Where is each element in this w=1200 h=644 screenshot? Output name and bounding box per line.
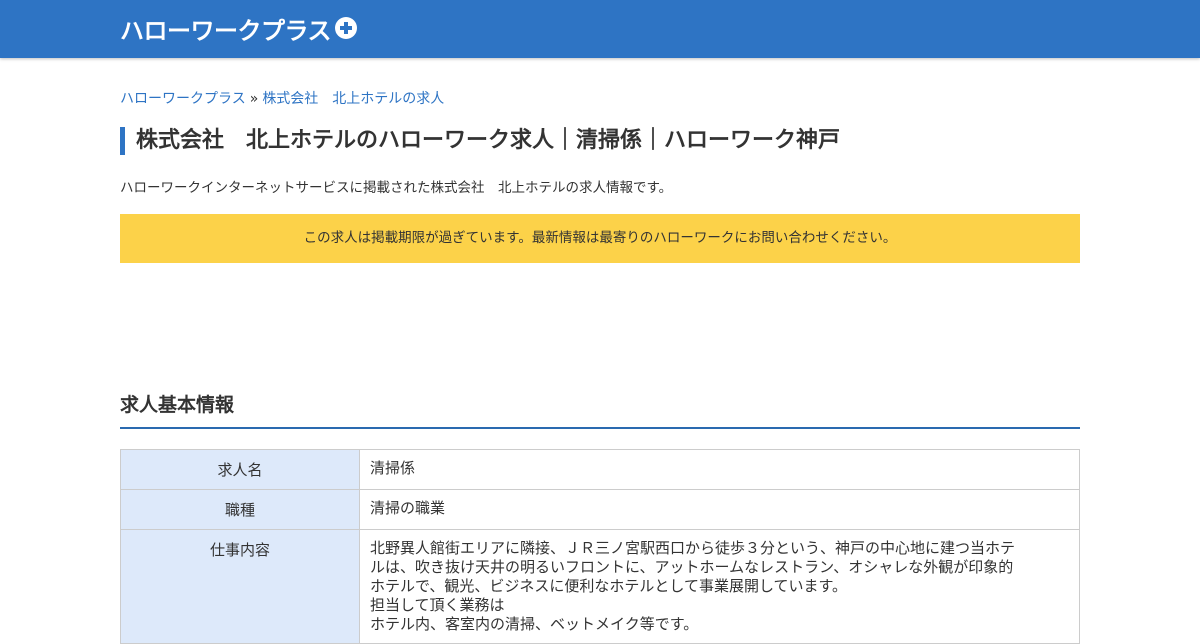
job-description-line: ルは、吹き抜け天井の明るいフロントに、アットホームなレストラン、オシャレな外観が… <box>370 558 1014 576</box>
breadcrumb-separator: » <box>249 91 259 107</box>
expired-notice-banner: この求人は掲載期限が過ぎています。最新情報は最寄りのハローワークにお問い合わせく… <box>120 214 1080 263</box>
page-title: 株式会社 北上ホテルのハローワーク求人｜清掃係｜ハローワーク神戸 <box>120 127 840 155</box>
breadcrumb: ハローワークプラス» 株式会社 北上ホテルの求人 <box>120 88 444 108</box>
site-logo-link[interactable]: ハローワークプラス <box>120 12 358 45</box>
job-info-table: 求人名 清掃係 職種 清掃の職業 仕事内容 北野異人館街エリアに隣接、ＪＲ三ノ宮… <box>120 449 1080 644</box>
section-title-basic-info: 求人基本情報 <box>120 390 1080 429</box>
breadcrumb-company-link[interactable]: 株式会社 北上ホテルの求人 <box>262 91 444 107</box>
row-value-job-name: 清掃係 <box>359 449 1080 490</box>
table-row: 職種 清掃の職業 <box>120 489 1080 530</box>
intro-text: ハローワークインターネットサービスに掲載された株式会社 北上ホテルの求人情報です… <box>120 180 673 196</box>
site-logo-text: ハローワークプラス <box>120 16 332 45</box>
job-description-line: ホテルで、観光、ビジネスに便利なホテルとして事業展開しています。 <box>370 577 848 595</box>
row-label-occupation: 職種 <box>120 489 360 530</box>
table-row: 求人名 清掃係 <box>120 449 1080 490</box>
row-value-occupation: 清掃の職業 <box>359 489 1080 530</box>
plus-circle-icon <box>335 17 358 39</box>
row-label-job-description: 仕事内容 <box>120 529 360 644</box>
table-row: 仕事内容 北野異人館街エリアに隣接、ＪＲ三ノ宮駅西口から徒歩３分という、神戸の中… <box>120 529 1080 644</box>
row-value-job-description: 北野異人館街エリアに隣接、ＪＲ三ノ宮駅西口から徒歩３分という、神戸の中心地に建つ… <box>359 529 1080 644</box>
top-navigation-bar: ハローワークプラス <box>0 0 1200 58</box>
job-description-line: ホテル内、客室内の清掃、ベットメイク等です。 <box>370 615 699 633</box>
job-description-line: 北野異人館街エリアに隣接、ＪＲ三ノ宮駅西口から徒歩３分という、神戸の中心地に建つ… <box>370 539 1016 557</box>
row-label-job-name: 求人名 <box>120 449 360 490</box>
job-description-line: 担当して頂く業務は <box>370 596 505 614</box>
breadcrumb-home-link[interactable]: ハローワークプラス <box>120 91 246 107</box>
